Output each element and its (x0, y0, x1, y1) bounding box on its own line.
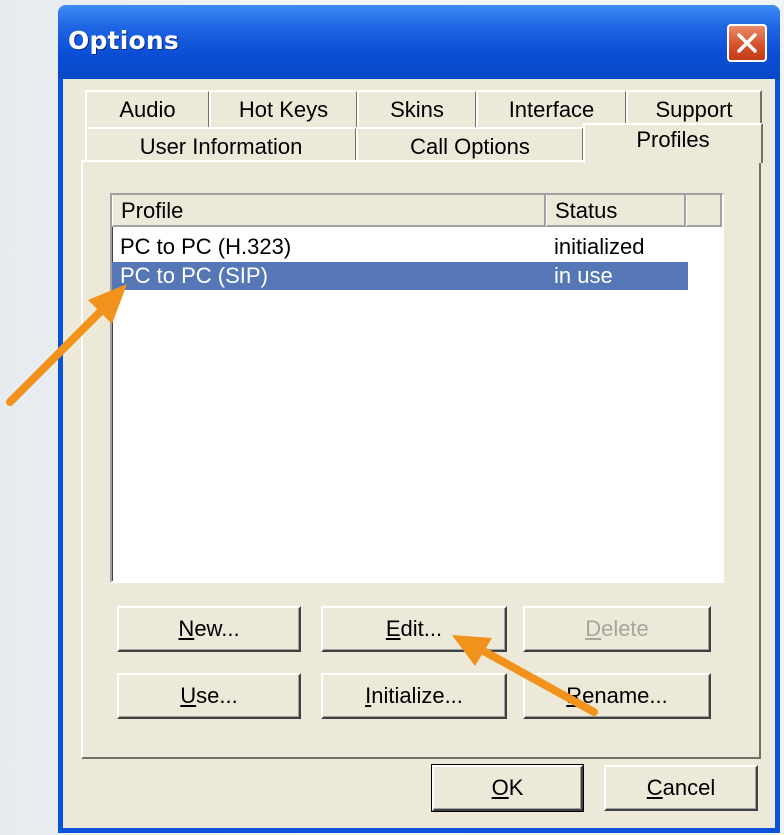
tab-label: Profiles (636, 127, 710, 152)
arrow-to-edit-button (452, 635, 598, 716)
arrow-to-selected-profile (6, 284, 127, 406)
tab-profiles[interactable]: Profiles (583, 123, 763, 163)
